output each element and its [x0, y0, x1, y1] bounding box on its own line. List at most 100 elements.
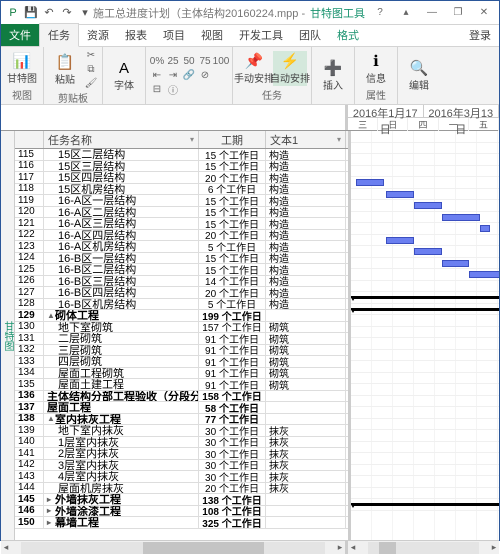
table-row[interactable]: 12316-A区机房结构5 个工作日构造 [15, 241, 348, 253]
format-painter-icon[interactable]: 🖌 [84, 77, 98, 90]
row-name[interactable]: 16-A区三层结构 [44, 218, 199, 229]
split-icon[interactable]: ⊟ [150, 83, 164, 96]
table-row[interactable]: 1401层室内抹灰30 个工作日抹灰 [15, 437, 348, 449]
row-duration[interactable]: 158 个工作日 [199, 391, 266, 402]
row-duration[interactable]: 91 个工作日 [199, 356, 266, 367]
scroll-left-icon[interactable]: ◂ [348, 542, 358, 553]
paste-button[interactable]: 📋 粘贴 [48, 52, 82, 87]
table-row[interactable]: 135屋面土建工程91 个工作日砌筑 [15, 379, 348, 391]
pct-0-icon[interactable]: 0% [150, 55, 164, 68]
col-id-header[interactable] [15, 131, 44, 148]
table-row[interactable]: 12116-A区三层结构15 个工作日构造 [15, 218, 348, 230]
tab-resource[interactable]: 资源 [79, 24, 117, 46]
row-duration[interactable]: 15 个工作日 [199, 253, 266, 264]
table-row[interactable]: 11815区机房结构6 个工作日构造 [15, 184, 348, 196]
tab-view[interactable]: 视图 [193, 24, 231, 46]
minimize-icon[interactable]: — [421, 4, 443, 22]
row-name[interactable]: 地下室砌筑 [44, 322, 199, 333]
table-row[interactable]: 144屋面机房抹灰20 个工作日抹灰 [15, 483, 348, 495]
row-text[interactable]: 构造 [266, 253, 346, 264]
table-row[interactable]: 131二层砌筑91 个工作日砌筑 [15, 333, 348, 345]
table-row[interactable]: 133四层砌筑91 个工作日砌筑 [15, 356, 348, 368]
row-name[interactable]: 二层砌筑 [44, 333, 199, 344]
pct-75-icon[interactable]: 75 [198, 55, 212, 68]
row-text[interactable] [266, 391, 346, 402]
ribbon-collapse-icon[interactable]: ▴ [395, 4, 417, 22]
row-name[interactable]: ▸幕墙工程 [44, 517, 199, 528]
row-name[interactable]: 16-B区四层结构 [44, 287, 199, 298]
summary-bar[interactable] [353, 296, 499, 299]
info-button[interactable]: ℹ 信息 [359, 51, 393, 86]
row-duration[interactable]: 91 个工作日 [199, 368, 266, 379]
row-name[interactable]: 16-A区机房结构 [44, 241, 199, 252]
row-text[interactable]: 砌筑 [266, 356, 346, 367]
row-duration[interactable]: 15 个工作日 [199, 218, 266, 229]
row-name[interactable]: 15区四层结构 [44, 172, 199, 183]
dropdown-icon[interactable]: ▾ [190, 135, 194, 144]
row-name[interactable]: 1层室内抹灰 [44, 437, 199, 448]
scroll-right-icon[interactable]: ▸ [335, 542, 345, 553]
row-text[interactable]: 构造 [266, 241, 346, 252]
row-duration[interactable]: 199 个工作日 [199, 310, 266, 321]
row-name[interactable]: 三层砌筑 [44, 345, 199, 356]
h-scrollbar-left[interactable] [21, 542, 325, 554]
tab-task[interactable]: 任务 [39, 23, 79, 47]
row-duration[interactable]: 5 个工作日 [199, 241, 266, 252]
row-name[interactable]: 四层砌筑 [44, 356, 199, 367]
row-name[interactable]: 16-A区四层结构 [44, 230, 199, 241]
cut-icon[interactable]: ✂ [84, 49, 98, 62]
row-duration[interactable]: 20 个工作日 [199, 287, 266, 298]
scroll-right-icon[interactable]: ▸ [489, 542, 499, 553]
row-text[interactable]: 砌筑 [266, 333, 346, 344]
row-duration[interactable]: 20 个工作日 [199, 230, 266, 241]
col-name-header[interactable]: 任务名称▾ [44, 131, 199, 148]
table-row[interactable]: 146▸外墙涂漆工程108 个工作日 [15, 506, 348, 518]
row-name[interactable]: 15区机房结构 [44, 184, 199, 195]
row-text[interactable]: 构造 [266, 149, 346, 160]
row-duration[interactable]: 6 个工作日 [199, 184, 266, 195]
row-name[interactable]: 16-B区一层结构 [44, 253, 199, 264]
info-small-icon[interactable]: ⓘ [166, 83, 180, 96]
save-icon[interactable]: 💾 [23, 5, 39, 21]
copy-icon[interactable]: ⧉ [84, 63, 98, 76]
row-duration[interactable]: 91 个工作日 [199, 345, 266, 356]
row-name[interactable]: ▸外墙抹灰工程 [44, 494, 199, 505]
expand-icon[interactable]: ▸ [47, 518, 55, 527]
row-duration[interactable]: 14 个工作日 [199, 276, 266, 287]
link-icon[interactable]: 🔗 [182, 69, 196, 82]
table-row[interactable]: 137屋面工程58 个工作日 [15, 402, 348, 414]
row-text[interactable]: 抹灰 [266, 460, 346, 471]
qat-more-icon[interactable]: ▾ [77, 5, 93, 21]
row-name[interactable]: 16-B区三层结构 [44, 276, 199, 287]
row-duration[interactable]: 15 个工作日 [199, 161, 266, 172]
row-duration[interactable]: 30 个工作日 [199, 471, 266, 482]
row-text[interactable] [266, 494, 346, 505]
restore-icon[interactable]: ❐ [447, 4, 469, 22]
row-name[interactable]: 16-B区机房结构 [44, 299, 199, 310]
row-duration[interactable]: 15 个工作日 [199, 149, 266, 160]
undo-icon[interactable]: ↶ [41, 5, 57, 21]
row-text[interactable]: 抹灰 [266, 437, 346, 448]
row-text[interactable]: 构造 [266, 184, 346, 195]
row-text[interactable]: 构造 [266, 287, 346, 298]
insert-button[interactable]: ➕ 插入 [316, 58, 350, 93]
row-duration[interactable]: 30 个工作日 [199, 437, 266, 448]
tab-project[interactable]: 项目 [155, 24, 193, 46]
row-duration[interactable]: 77 个工作日 [199, 414, 266, 425]
col-dur-header[interactable]: 工期 [199, 131, 266, 148]
outdent-icon[interactable]: ⇤ [150, 69, 164, 82]
manual-schedule-button[interactable]: 📌 手动安排 [237, 51, 271, 86]
table-row[interactable]: 1423层室内抹灰30 个工作日抹灰 [15, 460, 348, 472]
row-text[interactable]: 抹灰 [266, 425, 346, 436]
row-name[interactable]: 16-A区二层结构 [44, 207, 199, 218]
gantt-bar[interactable] [442, 214, 480, 221]
close-icon[interactable]: ✕ [473, 4, 495, 22]
pct-100-icon[interactable]: 100 [214, 55, 228, 68]
tab-report[interactable]: 报表 [117, 24, 155, 46]
row-name[interactable]: 15区三层结构 [44, 161, 199, 172]
row-duration[interactable]: 30 个工作日 [199, 460, 266, 471]
table-row[interactable]: 12416-B区一层结构15 个工作日构造 [15, 253, 348, 265]
row-duration[interactable]: 58 个工作日 [199, 402, 266, 413]
gantt-bar[interactable] [442, 260, 469, 267]
tab-file[interactable]: 文件 [1, 24, 39, 46]
